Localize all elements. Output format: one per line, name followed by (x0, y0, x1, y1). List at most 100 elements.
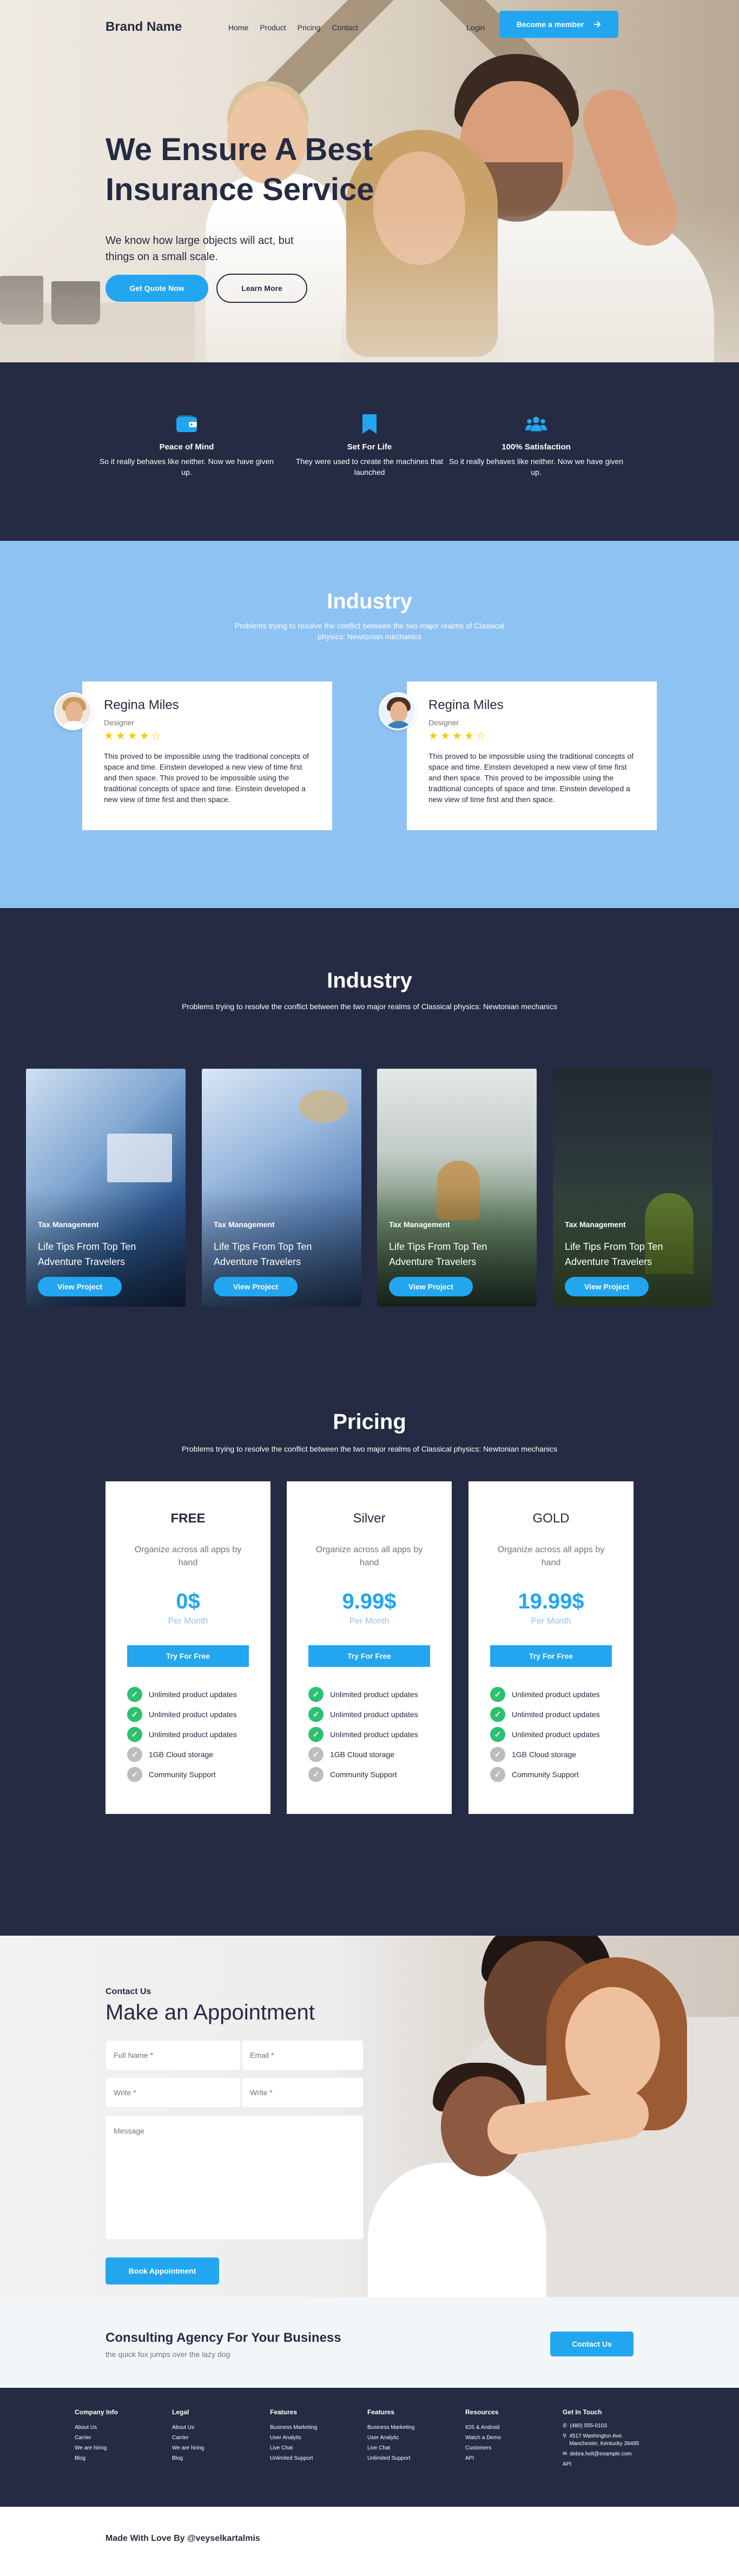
check-disabled-icon: ✓ (308, 1746, 324, 1762)
plan-feature-label: Unlimited product updates (149, 1710, 237, 1719)
footer-column: Features Business Marketing User Analyti… (270, 2408, 357, 2464)
plan-feature-label: Unlimited product updates (149, 1730, 237, 1739)
avatar-face (390, 701, 407, 723)
project-title: Life Tips From Top Ten Adventure Travele… (214, 1241, 312, 1267)
footer-link[interactable]: About Us (75, 2422, 161, 2433)
phone-icon: ✆ (563, 2423, 568, 2429)
footer-link[interactable]: Business Marketing (270, 2422, 357, 2433)
avatar-face (65, 701, 83, 723)
cta-section: Consulting Agency For Your Business the … (0, 2297, 739, 2388)
view-project-button[interactable]: View Project (214, 1277, 298, 1296)
write-field-1[interactable]: Write * (105, 2077, 241, 2108)
footer-link[interactable]: Carrier (75, 2433, 161, 2443)
plan-name: GOLD (532, 1511, 570, 1526)
become-member-button[interactable]: Become a member (499, 11, 618, 38)
check-icon: ✓ (490, 1706, 505, 1722)
try-for-free-button[interactable]: Try For Free (127, 1645, 249, 1667)
testimonial-card: Regina Miles Designer ★ ★ ★ ★ ☆ This proved … (407, 681, 657, 830)
plan-description: Organize across all apps by hand (315, 1545, 423, 1567)
footer-link[interactable]: Blog (172, 2453, 259, 2464)
get-quote-button[interactable]: Get Quote Now (105, 275, 208, 302)
plan-feature-label: Unlimited product updates (149, 1690, 237, 1699)
plan-feature: ✓ 1GB Cloud storage (127, 1744, 257, 1764)
nav-link-pricing[interactable]: Pricing (298, 23, 321, 32)
footer-link[interactable]: User Analytic (367, 2433, 454, 2443)
full-name-field[interactable]: Full Name * (105, 2040, 241, 2070)
footer-link[interactable]: Blog (75, 2453, 161, 2464)
email-field[interactable]: Email * (242, 2040, 364, 2070)
book-appointment-button[interactable]: Book Appointment (105, 2257, 219, 2284)
footer-link[interactable]: Customers (465, 2443, 552, 2453)
feature-title: 100% Satisfaction (502, 442, 571, 452)
appointment-section: Contact Us Make an Appointment Full Name… (0, 1936, 739, 2297)
project-title: Life Tips From Top Ten Adventure Travele… (565, 1241, 663, 1267)
footer-link[interactable]: Unlimited Support (270, 2453, 357, 2464)
footer-email-text: debra.holt@example.com (570, 2451, 632, 2457)
nav-link-product[interactable]: Product (260, 23, 286, 32)
project-tag: Tax Management (565, 1220, 626, 1229)
plan-feature: ✓ Unlimited product updates (308, 1684, 438, 1704)
view-project-button[interactable]: View Project (565, 1277, 649, 1296)
project-card: Tax Management Life Tips From Top Ten Ad… (553, 1069, 712, 1307)
footer-link[interactable]: User Analytic (270, 2433, 357, 2443)
hero-title: We Ensure A Best Insurance Service (105, 132, 374, 207)
message-field[interactable]: Message (105, 2115, 364, 2240)
plan-feature-label: Unlimited product updates (330, 1730, 418, 1739)
nav-link-contact[interactable]: Contact (332, 23, 358, 32)
try-for-free-button[interactable]: Try For Free (490, 1645, 612, 1667)
star-filled-icon: ★ (440, 730, 450, 742)
footer-address: ⚲ 4517 Washington Ave. Manchester, Kentuc… (563, 2433, 644, 2448)
pricing-subtitle: Problems trying to resolve the conflict … (181, 1445, 558, 1453)
nav-link-home[interactable]: Home (228, 23, 248, 32)
project-tag: Tax Management (214, 1220, 275, 1229)
footer-email[interactable]: ✉ debra.holt@example.com (563, 2451, 644, 2458)
avatar (379, 692, 417, 730)
view-project-button[interactable]: View Project (38, 1277, 122, 1296)
footer-link[interactable]: Live Chat (270, 2443, 357, 2453)
footer-link[interactable]: Business Marketing (367, 2422, 454, 2433)
plan-period: Per Month (349, 1617, 390, 1626)
check-icon: ✓ (308, 1706, 324, 1722)
contact-us-button[interactable]: Contact Us (550, 2332, 634, 2356)
login-link[interactable]: Login (466, 18, 485, 37)
plan-feature: ✓ Unlimited product updates (308, 1704, 438, 1724)
footer-link[interactable]: Carrier (172, 2433, 259, 2443)
projects-title: Industry (327, 969, 412, 992)
plan-feature-label: Community Support (149, 1770, 216, 1779)
become-member-label: Become a member (516, 20, 584, 29)
cta-subtitle: the quick fox jumps over the lazy dog (105, 2350, 230, 2359)
footer-link[interactable]: Watch a Demo (465, 2433, 552, 2443)
footer-link[interactable]: We are hiring (75, 2443, 161, 2453)
footer-link[interactable]: Live Chat (367, 2443, 454, 2453)
check-icon: ✓ (127, 1726, 142, 1742)
feature-satisfaction: 100% Satisfaction So it really behaves l… (447, 413, 625, 478)
plan-feature: ✓ 1GB Cloud storage (490, 1744, 620, 1764)
rating-stars: ★ ★ ★ ★ ☆ (104, 729, 161, 743)
footer-extra-text: API (563, 2461, 572, 2467)
plan-price: 19.99$ (518, 1590, 584, 1613)
learn-more-button[interactable]: Learn More (216, 274, 307, 303)
view-project-button[interactable]: View Project (389, 1277, 473, 1296)
star-empty-icon: ☆ (151, 730, 161, 742)
footer-link[interactable]: About Us (172, 2422, 259, 2433)
footer-phone-text: (480) 555-0103 (570, 2423, 607, 2429)
footer-link[interactable]: API (465, 2453, 552, 2464)
plan-feature: ✓ Community Support (490, 1764, 620, 1784)
write-field-2[interactable]: Write * (242, 2077, 364, 2108)
footer-link[interactable]: IOS & Android (465, 2422, 552, 2433)
footer: Company Info About Us Carrier We are hir… (0, 2388, 739, 2507)
projects-section: Industry Problems trying to resolve the … (0, 908, 739, 1384)
plan-description: Organize across all apps by hand (497, 1545, 605, 1567)
check-icon: ✓ (308, 1686, 324, 1702)
brand-logo[interactable]: Brand Name (105, 19, 182, 35)
pricing-card-silver: Silver Organize across all apps by hand … (287, 1481, 452, 1814)
plan-features: ✓ Unlimited product updates ✓ Unlimited pr… (127, 1684, 257, 1784)
footer-link[interactable]: Unlimited Support (367, 2453, 454, 2464)
footer-link[interactable]: We are hiring (172, 2443, 259, 2453)
try-for-free-button[interactable]: Try For Free (308, 1645, 430, 1667)
plan-feature-label: Unlimited product updates (512, 1690, 600, 1699)
feature-peace-of-mind: Peace of Mind So it really behaves like … (97, 413, 276, 478)
footer-address-text: 4517 Washington Ave. Manchester, Kentuck… (569, 2433, 639, 2447)
footer-phone[interactable]: ✆ (480) 555-0103 (563, 2422, 644, 2430)
feature-text: So it really behaves like neither. Now w… (448, 457, 624, 476)
